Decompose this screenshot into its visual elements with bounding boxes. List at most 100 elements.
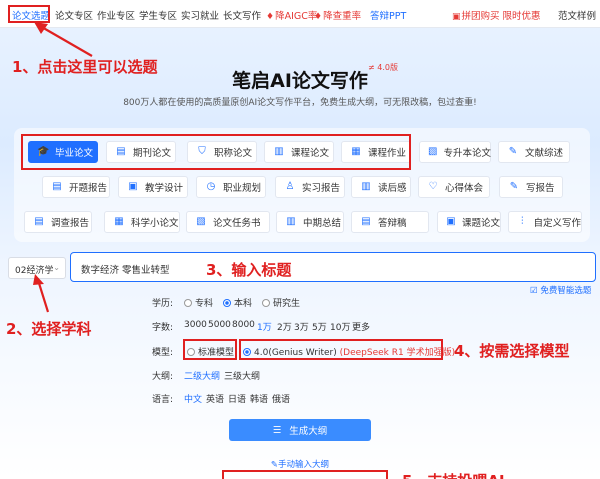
annotation-step3: 3、输入标题 (206, 261, 292, 279)
nav-item-6[interactable]: ♦降AIGC率 (266, 8, 317, 22)
nav-item-4[interactable]: 实习就业 (181, 8, 219, 22)
category-item[interactable]: ▦ 科学小论文 (104, 211, 180, 233)
category-item[interactable]: ▧ 专升本论文 (419, 141, 491, 163)
category-item[interactable]: ◷ 职业规划 (196, 176, 266, 198)
category-item[interactable]: ✎ 写报告 (499, 176, 563, 198)
category-label: 论文任务书 (213, 218, 261, 229)
language-option[interactable]: 中文 (184, 392, 202, 405)
category-label: 课题论文 (461, 218, 500, 229)
category-icon: ▧ (428, 146, 438, 157)
outline-level2[interactable]: 二级大纲 (184, 369, 220, 382)
category-item[interactable]: ▤ 调查报告 (24, 211, 92, 233)
model-advanced-radio[interactable]: 4.0(Genius Writer) (DeepSeek R1 学术加强版) (243, 345, 455, 358)
manual-outline-link[interactable]: ✎手动输入大纲 (0, 458, 600, 470)
title-input[interactable]: 数字经济 零售业转型 (70, 252, 596, 282)
category-item[interactable]: ▤ 开题报告 (42, 176, 110, 198)
category-label: 调查报告 (51, 218, 90, 229)
word-count-option[interactable]: 更多 (352, 320, 370, 333)
model-standard-radio[interactable]: 标准模型 (187, 345, 234, 358)
annotation-step4: 4、按需选择模型 (454, 342, 570, 360)
education-radio[interactable]: 本科 (223, 296, 252, 309)
word-count-option[interactable]: 3万 (294, 320, 309, 333)
nav-item-9[interactable]: ▣拼团购买 限时优惠 (452, 8, 541, 22)
category-icon: ▤ (52, 181, 62, 192)
category-icon: ▣ (128, 181, 138, 192)
category-item[interactable]: ✎ 文献综述 (498, 141, 570, 163)
category-item[interactable]: ▥ 读后感 (351, 176, 411, 198)
category-label: 中期总结 (303, 218, 342, 229)
generate-outline-button[interactable]: ☰ 生成大纲 (229, 419, 371, 441)
arrow-step2 (33, 274, 50, 313)
category-icon: ▥ (286, 216, 296, 227)
checkbox-icon: ☑ (530, 286, 538, 296)
page-title: 笔启AI论文写作 (232, 70, 368, 92)
word-count-option[interactable]: 3000 (184, 320, 207, 330)
category-highlight-box (21, 134, 411, 170)
category-item[interactable]: ♙ 实习报告 (275, 176, 345, 198)
education-radio[interactable]: 研究生 (262, 296, 300, 309)
language-option[interactable]: 俄语 (272, 392, 290, 405)
category-icon: ▣ (446, 216, 456, 227)
outline-label: 大纲: (152, 372, 174, 382)
category-icon: ♙ (285, 181, 295, 192)
language-option[interactable]: 日语 (228, 392, 246, 405)
education-label: 学历: (152, 299, 174, 309)
language-option[interactable]: 英语 (206, 392, 224, 405)
language-option[interactable]: 韩语 (250, 392, 268, 405)
category-icon: ▤ (34, 216, 44, 227)
chevron-down-icon: ⌄ (53, 263, 60, 272)
model-advanced-note: (DeepSeek R1 学术加强版) (339, 348, 456, 358)
category-label: 心得体会 (445, 183, 484, 194)
outline-level3[interactable]: 三级大纲 (224, 369, 260, 382)
edit-icon: ✎ (270, 460, 279, 470)
category-item[interactable]: ▤ 答辩稿 (351, 211, 429, 233)
word-count-option[interactable]: 2万 (277, 320, 292, 333)
category-label: 职业规划 (223, 183, 262, 194)
category-label: 写报告 (526, 183, 555, 194)
language-label: 语言: (152, 395, 174, 405)
words-label: 字数: (152, 323, 174, 333)
word-count-option[interactable]: 8000 (232, 320, 255, 330)
category-label: 自定义写作 (533, 218, 581, 229)
category-item[interactable]: ▣ 课题论文 (437, 211, 501, 233)
category-icon: ▤ (361, 216, 371, 227)
word-count-option[interactable]: 5万 (312, 320, 327, 333)
word-count-option[interactable]: 1万 (257, 320, 272, 333)
nav-item-2[interactable]: 作业专区 (97, 8, 135, 22)
nav-item-8[interactable]: 答辩PPT (370, 8, 406, 22)
category-label: 文献综述 (525, 148, 564, 159)
category-item[interactable]: ♡ 心得体会 (418, 176, 490, 198)
nav-badge-icon: ♦ (314, 12, 323, 22)
nav-item-3[interactable]: 学生专区 (139, 8, 177, 22)
category-item[interactable]: ⫶ 自定义写作 (508, 211, 582, 233)
category-label: 读后感 (378, 183, 407, 194)
category-label: 科学小论文 (131, 218, 179, 229)
nav-item-10[interactable]: 范文样例 (558, 8, 596, 22)
category-icon: ▧ (196, 216, 206, 227)
category-icon: ⫶ (520, 216, 524, 227)
annotation-step5: 5、支持投喂AI (402, 470, 505, 479)
category-item[interactable]: ▧ 论文任务书 (186, 211, 270, 233)
free-topic-link[interactable]: ☑ 免费智能选题 (530, 284, 591, 296)
category-item[interactable]: ▣ 教学设计 (118, 176, 188, 198)
nav-item-7[interactable]: ♦降查重率 (314, 8, 361, 22)
nav-item-5[interactable]: 长文写作 (223, 8, 261, 22)
category-icon: ✎ (509, 181, 519, 192)
category-label: 开题报告 (69, 183, 108, 194)
category-icon: ✎ (508, 146, 518, 157)
version-badge: ≠ 4.0版 (368, 63, 398, 72)
step5-highlight-box (222, 470, 388, 479)
annotation-step2: 2、选择学科 (6, 320, 92, 338)
nav-badge-icon: ▣ (452, 12, 461, 22)
nav-badge-icon: ♦ (266, 12, 275, 22)
category-icon: ▥ (361, 181, 371, 192)
category-item[interactable]: ▥ 中期总结 (276, 211, 344, 233)
category-label: 答辩稿 (378, 218, 407, 229)
category-icon: ◷ (206, 181, 216, 192)
word-count-option[interactable]: 5000 (208, 320, 231, 330)
page-subtitle: 800万人都在使用的高质量原创AI论文写作平台，免费生成大纲，可无限改稿，包过查… (123, 98, 477, 108)
category-label: 专升本论文 (443, 148, 491, 159)
word-count-option[interactable]: 10万 (330, 320, 350, 333)
education-radio[interactable]: 专科 (184, 296, 213, 309)
list-icon: ☰ (272, 424, 282, 436)
